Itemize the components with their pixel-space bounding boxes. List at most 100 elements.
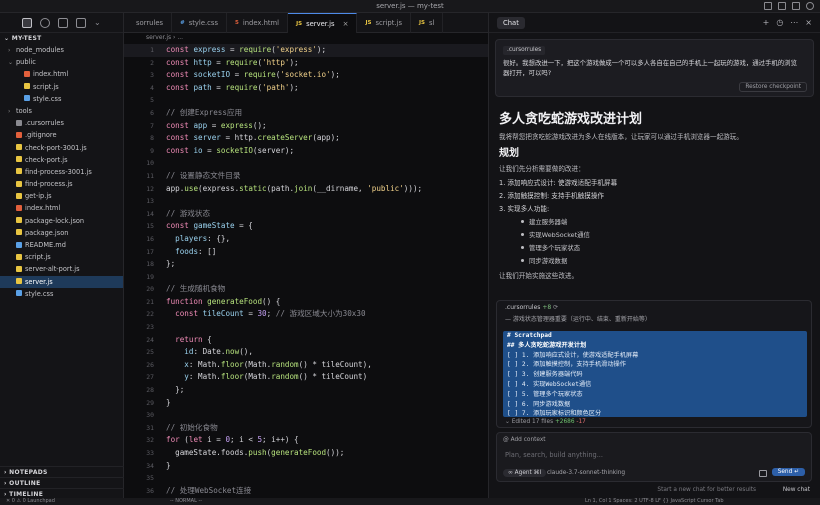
search-icon[interactable] — [40, 17, 50, 28]
code-line[interactable]: 20 // 生成随机食物 — [124, 283, 488, 296]
editor-tab[interactable]: # style.css — [172, 13, 227, 33]
editor-tab[interactable]: JS script.js — [357, 13, 411, 33]
code-line[interactable]: 23 — [124, 321, 488, 334]
explorer-root-header[interactable]: ⌄ MY-TEST — [0, 33, 123, 44]
source-control-icon[interactable] — [58, 17, 68, 28]
tree-item[interactable]: package.json — [0, 227, 123, 239]
tree-item[interactable]: .cursorrules — [0, 117, 123, 129]
code-line[interactable]: 6 // 创建Express应用 — [124, 107, 488, 120]
chat-input[interactable]: Plan, search, build anything... — [505, 451, 603, 459]
code-line[interactable]: 12 app.use(express.static(path.join(__dir… — [124, 183, 488, 196]
line-number: 22 — [146, 310, 154, 319]
tree-item[interactable]: find-process-3001.js — [0, 166, 123, 178]
code-line[interactable]: 1 const express = require('express'); — [124, 44, 488, 57]
code-line[interactable]: 24 return { — [124, 334, 488, 347]
editor-tab[interactable]: 5 index.html — [227, 13, 289, 33]
code-line[interactable]: 33 gameState.foods.push(generateFood()); — [124, 447, 488, 460]
notepads-section[interactable]: › NOTEPADS — [0, 466, 124, 477]
tree-item[interactable]: server.js — [0, 275, 123, 288]
send-button[interactable]: Send ↵ — [771, 468, 805, 476]
code-line[interactable]: 27 y: Math.floor(Math.random() * tileCou… — [124, 371, 488, 384]
tree-item[interactable]: style.css — [0, 288, 123, 300]
code-line[interactable]: 8 const server = http.createServer(app); — [124, 132, 488, 145]
outline-section[interactable]: › OUTLINE — [0, 477, 124, 488]
composer-file-header[interactable]: .cursorrules +8 ⟳ — [497, 301, 811, 315]
toggle-sidebar-icon[interactable] — [764, 2, 772, 10]
tree-item[interactable]: script.js — [0, 251, 123, 263]
tree-item[interactable]: › tools — [0, 105, 123, 117]
code-line[interactable]: 18}; — [124, 258, 488, 271]
code-line[interactable]: 5 — [124, 94, 488, 107]
new-chat-plus-icon[interactable]: + — [763, 18, 770, 27]
code-line[interactable]: 2 const http = require('http'); — [124, 57, 488, 70]
code-line[interactable]: 25 id: Date.now(), — [124, 346, 488, 359]
code-line[interactable]: 19 — [124, 271, 488, 284]
code-line[interactable]: 7 const app = express(); — [124, 120, 488, 133]
extensions-icon[interactable] — [76, 17, 86, 28]
code-line[interactable]: 10 — [124, 157, 488, 170]
code-line[interactable]: 13 — [124, 195, 488, 208]
tree-item[interactable]: index.html — [0, 202, 123, 214]
tree-item[interactable]: get-ip.js — [0, 190, 123, 202]
restore-checkpoint-button[interactable]: Restore checkpoint — [739, 82, 807, 92]
tree-item[interactable]: style.css — [0, 93, 123, 105]
settings-gear-icon[interactable] — [806, 2, 814, 10]
toggle-secondary-sidebar-icon[interactable] — [792, 2, 800, 10]
toggle-panel-icon[interactable] — [778, 2, 786, 10]
code-line[interactable]: 35 — [124, 472, 488, 485]
tree-item[interactable]: script.js — [0, 81, 123, 93]
tree-item[interactable]: find-process.js — [0, 178, 123, 190]
code-line[interactable]: 22 const tileCount = 30; // 游戏区域大小为30x30 — [124, 308, 488, 321]
tree-item[interactable]: README.md — [0, 239, 123, 251]
code-line[interactable]: 17 foods: [] — [124, 246, 488, 259]
image-attach-icon[interactable] — [759, 470, 767, 477]
code-line[interactable]: 21 function generateFood() { — [124, 296, 488, 309]
more-options-icon[interactable]: ⋯ — [790, 18, 798, 27]
breadcrumb[interactable]: server.js › ... — [124, 33, 488, 43]
tree-item[interactable]: check-port-3001.js — [0, 142, 123, 154]
editor-tab[interactable]: JS sl — [411, 13, 444, 33]
code-line[interactable]: 26 x: Math.floor(Math.random() * tileCou… — [124, 359, 488, 372]
close-tab-icon[interactable]: × — [343, 14, 349, 34]
model-selector[interactable]: claude-3.7-sonnet-thinking — [547, 470, 625, 476]
code-line[interactable]: 31 // 初始化食物 — [124, 422, 488, 435]
line-number: 26 — [146, 360, 154, 369]
tree-item[interactable]: check-port.js — [0, 154, 123, 166]
code-line[interactable]: 28 }; — [124, 384, 488, 397]
context-file-chip[interactable]: .cursorrules — [503, 46, 546, 55]
user-message[interactable]: .cursorrules 很好。我想改进一下，把这个游戏做成一个可以多人各自在自… — [495, 39, 814, 97]
tree-item[interactable]: index.html — [0, 68, 123, 80]
add-context-button[interactable]: @ Add context — [503, 437, 546, 443]
code-line[interactable]: 15 const gameState = { — [124, 220, 488, 233]
status-problems[interactable]: ✕ 0 ⚠ 0 Launchpad — [6, 498, 55, 505]
code-area[interactable]: 1 const express = require('express'); 2 con… — [124, 44, 488, 497]
edited-files-summary[interactable]: ⌄ Edited 17 files +2686 -17 — [505, 419, 586, 425]
tree-item[interactable]: server-alt-port.js — [0, 263, 123, 275]
explorer-files-icon[interactable] — [22, 17, 32, 28]
tab-chat[interactable]: Chat — [497, 16, 525, 29]
code-line[interactable]: 3 const socketIO = require('socket.io'); — [124, 69, 488, 82]
code-line[interactable]: 34} — [124, 460, 488, 473]
code-line[interactable]: 32 for (let i = 0; i < 5; i++) { — [124, 434, 488, 447]
tree-item[interactable]: ⌄ public — [0, 56, 123, 68]
code-line[interactable]: 16 players: {}, — [124, 233, 488, 246]
code-line[interactable]: 4 const path = require('path'); — [124, 82, 488, 95]
scratchpad-selection[interactable]: # Scratchpad ## 多人贪吃蛇游戏开发计划 [ ] 1. 添加响应式设计… — [503, 331, 807, 417]
history-icon[interactable]: ◷ — [776, 18, 783, 27]
tree-item[interactable]: .gitignore — [0, 129, 123, 141]
code-line[interactable]: 29} — [124, 397, 488, 410]
chevron-down-icon[interactable]: ⌄ — [94, 18, 101, 27]
tree-item[interactable]: › node_modules — [0, 44, 123, 56]
close-icon[interactable]: × — [805, 18, 812, 27]
editor-tab[interactable]: sorrules — [124, 13, 173, 33]
code-line[interactable]: 36 // 处理WebSocket连接 — [124, 485, 488, 498]
status-right-items[interactable]: Ln 1, Col 1 Spaces: 2 UTF-8 LF {} JavaSc… — [585, 498, 724, 505]
agent-mode-button[interactable]: ∞ Agent ⌘I — [503, 469, 547, 477]
code-line[interactable]: 14 // 游戏状态 — [124, 208, 488, 221]
new-chat-link[interactable]: New chat — [783, 487, 810, 493]
code-line[interactable]: 11 // 设置静态文件目录 — [124, 170, 488, 183]
code-line[interactable]: 9 const io = socketIO(server); — [124, 145, 488, 158]
code-line[interactable]: 30 — [124, 409, 488, 422]
editor-tab[interactable]: JS server.js × — [288, 13, 358, 34]
tree-item[interactable]: package-lock.json — [0, 215, 123, 227]
